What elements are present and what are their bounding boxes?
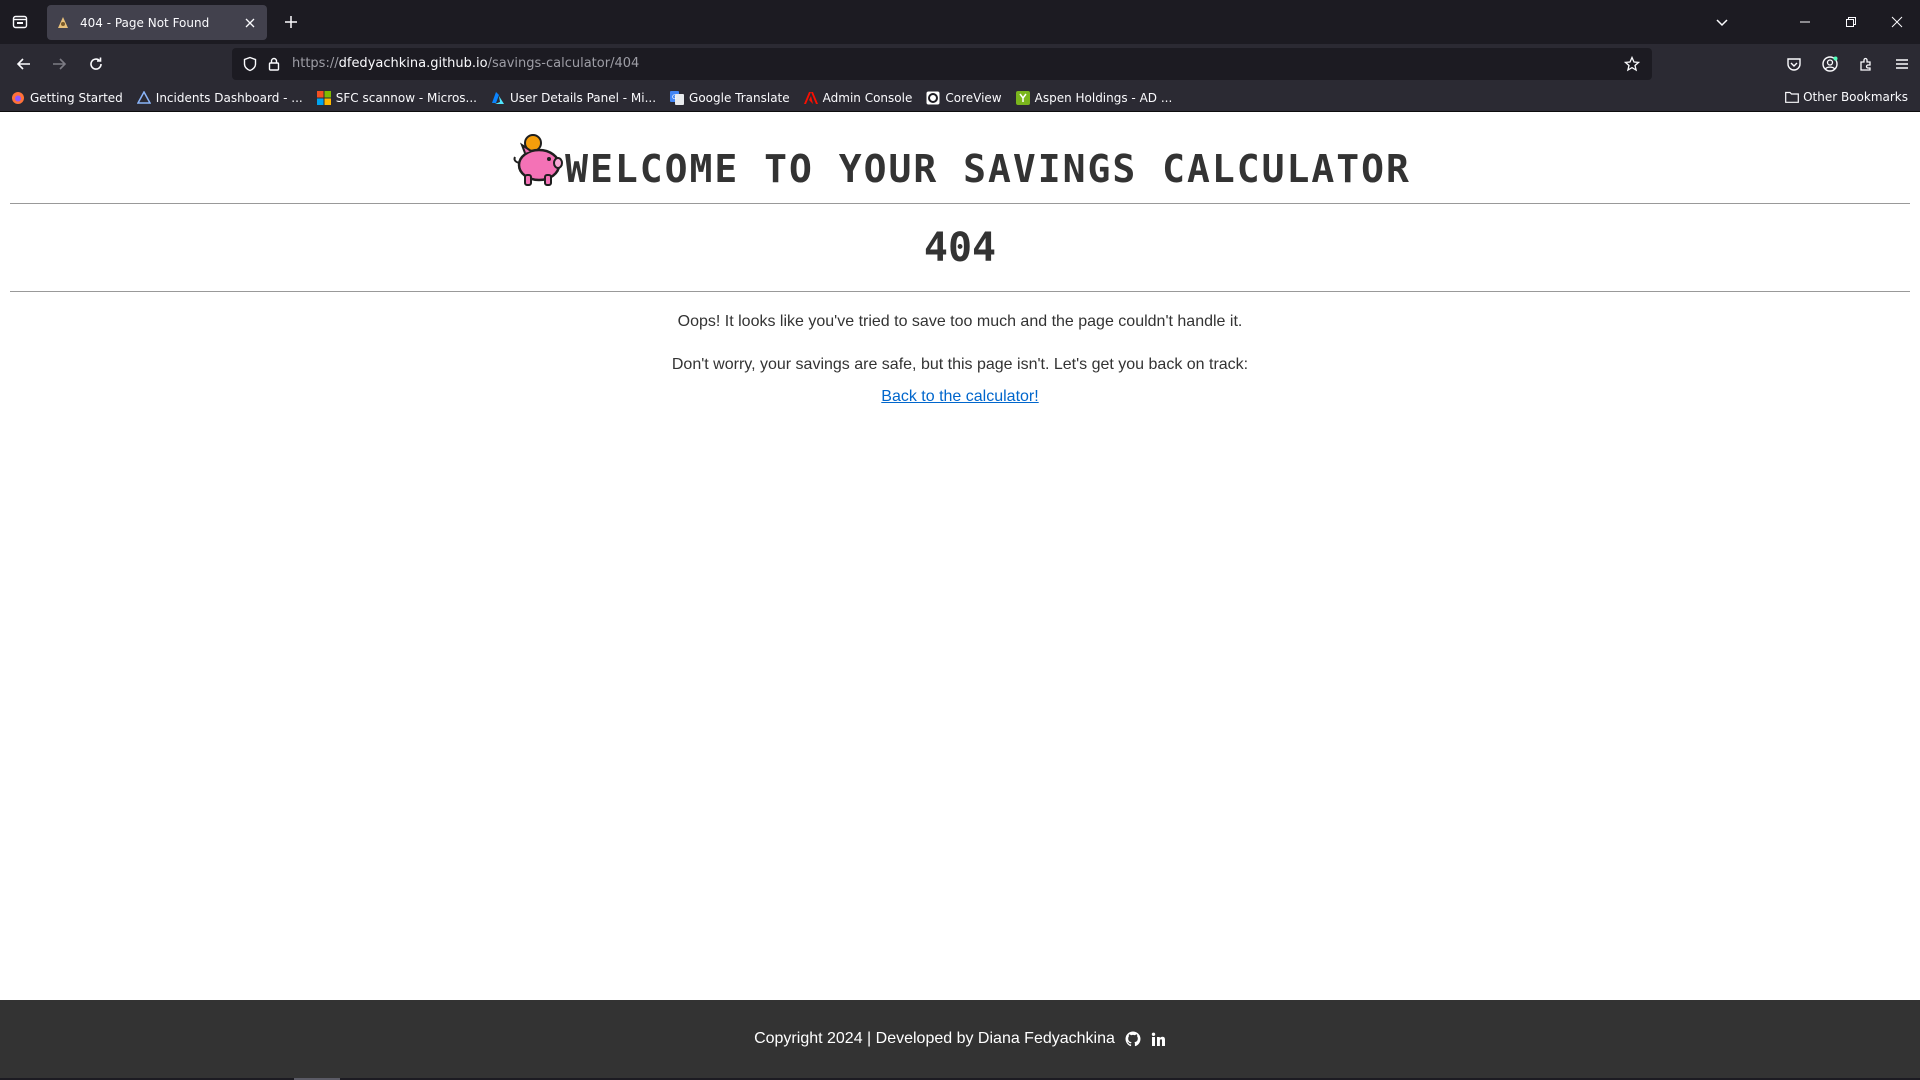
bookmark-admin-console[interactable]: Admin Console xyxy=(803,90,913,106)
github-icon[interactable] xyxy=(1125,1031,1141,1047)
bookmark-label: CoreView xyxy=(945,90,1002,105)
url-host: dfedyachkina.github.io xyxy=(338,56,488,71)
error-message: Oops! It looks like you've tried to save… xyxy=(677,313,1243,330)
close-window-icon[interactable] xyxy=(1874,0,1920,44)
bookmark-star-icon[interactable] xyxy=(1620,52,1644,76)
tab-favicon-icon xyxy=(55,15,71,31)
bookmark-sfc-scannow[interactable]: SFC scannow - Micros... xyxy=(316,90,477,106)
back-arrow-icon[interactable] xyxy=(12,52,36,76)
minimize-icon[interactable] xyxy=(1782,0,1828,44)
other-bookmarks-label: Other Bookmarks xyxy=(1803,90,1908,104)
window-controls xyxy=(1782,0,1920,44)
bookmarks-toolbar: Getting Started Incidents Dashboard - ..… xyxy=(0,84,1920,112)
tab-bar: 404 - Page Not Found xyxy=(0,0,1920,44)
bookmark-label: SFC scannow - Micros... xyxy=(335,90,477,105)
bookmark-label: User Details Panel - Mi... xyxy=(509,90,657,105)
toolbar-right xyxy=(1776,52,1920,76)
incidents-icon xyxy=(136,90,152,106)
folder-icon xyxy=(1785,91,1799,103)
page-title: WELCOME TO YOUR SAVINGS CALCULATOR xyxy=(565,147,1411,191)
menu-icon[interactable] xyxy=(1884,52,1920,76)
back-to-calculator-link[interactable]: Back to the calculator! xyxy=(881,388,1038,405)
firefox-icon xyxy=(10,90,26,106)
bookmark-label: Getting Started xyxy=(30,90,123,105)
tab-title: 404 - Page Not Found xyxy=(80,15,210,30)
close-tab-icon[interactable] xyxy=(241,14,259,32)
other-bookmarks[interactable]: Other Bookmarks xyxy=(1785,90,1908,104)
url-bar[interactable]: https://dfedyachkina.github.io/savings-c… xyxy=(232,48,1652,80)
restore-icon[interactable] xyxy=(1828,0,1874,44)
bookmark-user-details-panel[interactable]: User Details Panel - Mi... xyxy=(490,90,656,106)
footer-copyright: Copyright 2024 | Developed by Diana Fedy… xyxy=(754,1030,1115,1047)
bookmark-label: Admin Console xyxy=(822,90,913,105)
extensions-icon[interactable] xyxy=(1848,52,1884,76)
url-scheme: https:// xyxy=(292,56,339,71)
bookmark-coreview[interactable]: CoreView xyxy=(925,90,1002,106)
account-icon[interactable] xyxy=(1812,52,1848,76)
bookmark-google-translate[interactable]: G Google Translate xyxy=(669,90,790,106)
url-text[interactable]: https://dfedyachkina.github.io/savings-c… xyxy=(292,56,639,71)
lock-icon[interactable] xyxy=(262,52,286,76)
linkedin-icon[interactable] xyxy=(1151,1032,1166,1047)
azure-icon xyxy=(490,90,506,106)
page-footer: Copyright 2024 | Developed by Diana Fedy… xyxy=(0,1000,1920,1078)
adobe-icon xyxy=(803,90,819,106)
reassurance-message: Don't worry, your savings are safe, but … xyxy=(671,356,1249,373)
firefox-view-icon[interactable] xyxy=(0,0,40,44)
list-all-tabs-icon[interactable] xyxy=(1710,10,1734,34)
bookmark-getting-started[interactable]: Getting Started xyxy=(10,90,123,106)
error-code: 404 xyxy=(923,224,997,271)
new-tab-icon[interactable] xyxy=(279,10,303,34)
navigation-toolbar: https://dfedyachkina.github.io/savings-c… xyxy=(0,44,1920,84)
bookmark-label: Google Translate xyxy=(689,90,790,105)
reload-icon[interactable] xyxy=(84,52,108,76)
translate-icon: G xyxy=(669,90,685,106)
page-header: WELCOME TO YOUR SAVINGS CALCULATOR xyxy=(10,113,1910,204)
piggy-bank-icon xyxy=(513,134,564,186)
bookmark-label: Incidents Dashboard - ... xyxy=(155,90,303,105)
shield-icon[interactable] xyxy=(238,52,262,76)
browser-tab[interactable]: 404 - Page Not Found xyxy=(47,5,267,40)
bookmark-label: Aspen Holdings - AD ... xyxy=(1034,90,1173,105)
back-link-wrapper: Back to the calculator! xyxy=(0,388,1920,406)
bookmark-aspen-holdings[interactable]: Aspen Holdings - AD ... xyxy=(1015,90,1173,106)
bookmark-incidents-dashboard[interactable]: Incidents Dashboard - ... xyxy=(136,90,303,106)
error-section: 404 xyxy=(10,204,1910,292)
forward-arrow-icon[interactable] xyxy=(47,52,71,76)
pocket-icon[interactable] xyxy=(1776,52,1812,76)
url-path: /savings-calculator/404 xyxy=(487,56,640,71)
aspen-icon xyxy=(1015,90,1031,106)
microsoft-icon xyxy=(316,90,332,106)
page-content: WELCOME TO YOUR SAVINGS CALCULATOR 404 O… xyxy=(0,113,1920,1001)
coreview-icon xyxy=(925,90,941,106)
svg-text:G: G xyxy=(672,94,677,101)
